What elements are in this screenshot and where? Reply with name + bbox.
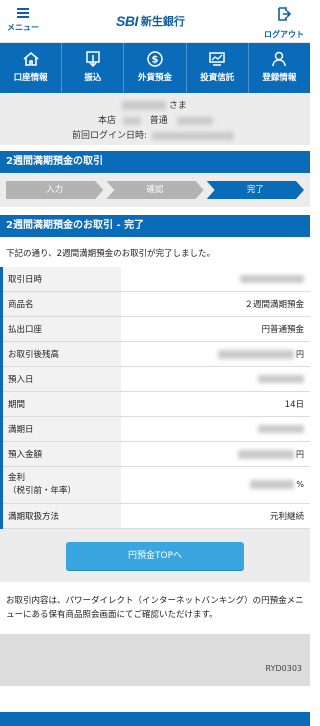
completion-message: 下記の通り、2週間満期預金のお取引が完了しました。 — [6, 249, 216, 259]
branch-number-redacted — [122, 116, 141, 125]
detail-label: 商品名 — [0, 291, 121, 317]
nav-transfer[interactable]: 振込 — [62, 43, 125, 93]
transaction-section-title: 2週間満期預金の取引 — [0, 151, 310, 173]
interest-rate-unit: % — [296, 480, 304, 489]
user-honorific: さま — [168, 101, 187, 111]
interest-rate-redacted — [250, 480, 295, 489]
detail-label: 期間 — [0, 391, 121, 417]
account-type: 普通 — [149, 116, 168, 126]
nav-label: 登録情報 — [262, 73, 297, 83]
nav-label: 口座情報 — [13, 73, 48, 83]
nav-foreign-deposit[interactable]: $ 外貨預金 — [124, 43, 187, 93]
table-row: 商品名 ２週間満期預金 — [0, 291, 310, 317]
period-value: 14日 — [121, 391, 310, 417]
result-section-title: 2週間満期預金のお取引 - 完了 — [0, 215, 310, 237]
logout-icon — [278, 7, 292, 21]
logo-sbi: SBI — [116, 13, 138, 29]
detail-label: 取引日時 — [0, 267, 121, 292]
step-confirm: 確認 — [106, 181, 203, 199]
hamburger-icon — [6, 8, 40, 18]
user-name-redacted — [122, 101, 166, 110]
detail-label: 預入日 — [0, 366, 121, 392]
nav-registration-info[interactable]: 登録情報 — [249, 43, 310, 93]
yen-deposit-top-button[interactable]: 円預金TOPへ — [66, 542, 244, 570]
main-nav: 口座情報 振込 $ 外貨預金 投資信託 登録情報 — [0, 43, 310, 93]
deposit-date-redacted — [258, 374, 304, 383]
maturity-handling-value: 元利継続 — [121, 503, 310, 529]
table-row: お取引後残高 円 — [0, 341, 310, 367]
menu-button[interactable]: メニュー — [6, 6, 40, 33]
button-area: 円預金TOPへ — [0, 529, 310, 582]
last-login-value-redacted — [151, 131, 234, 140]
transaction-datetime-redacted — [240, 274, 304, 283]
detail-label: 払出口座 — [0, 316, 121, 342]
logout-label: ログアウト — [264, 30, 304, 39]
investment-icon — [209, 52, 225, 66]
table-row: 払出口座 円普通預金 — [0, 316, 310, 342]
last-login-label: 前回ログイン日時: — [72, 131, 148, 141]
dollar-icon: $ — [147, 51, 163, 67]
nav-label: 振込 — [84, 73, 102, 83]
withdrawal-account-value: 円普通預金 — [121, 316, 310, 342]
table-row: 期間 14日 — [0, 391, 310, 417]
table-row: 満期日 — [0, 416, 310, 442]
bottom-band — [0, 712, 310, 726]
account-number-redacted — [176, 116, 213, 125]
branch-label: 本店 — [98, 116, 117, 126]
info-note: お取引内容は、パワーダイレクト（インターネットバンキング）の円預金メニューにある… — [6, 596, 304, 620]
table-row: 満期取扱方法 元利継続 — [0, 503, 310, 529]
user-info-panel: さま 本店 普通 前回ログイン日時: — [0, 93, 310, 145]
balance-unit: 円 — [296, 349, 304, 359]
logout-button[interactable]: ログアウト — [264, 6, 304, 40]
footer: RYD0303 — [0, 634, 310, 686]
screen-code: RYD0303 — [265, 664, 302, 673]
detail-label: 満期取扱方法 — [0, 503, 121, 529]
table-row: 預入金額 円 — [0, 441, 310, 467]
detail-label: 金利 （税引前・年率） — [0, 466, 121, 504]
nav-investment-trust[interactable]: 投資信託 — [187, 43, 249, 93]
bank-logo: SBI 新生銀行 — [116, 12, 185, 30]
detail-label: お取引後残高 — [0, 341, 121, 367]
logo-bank-name: 新生銀行 — [140, 15, 185, 28]
product-name-value: ２週間満期預金 — [121, 291, 310, 317]
detail-label: 満期日 — [0, 416, 121, 442]
table-row: 金利 （税引前・年率） % — [0, 466, 310, 504]
nav-label: 外貨預金 — [138, 73, 173, 83]
menu-label: メニュー — [7, 23, 39, 32]
nav-label: 投資信託 — [200, 73, 235, 83]
table-row: 預入日 — [0, 366, 310, 392]
detail-label: 預入金額 — [0, 441, 121, 467]
deposit-amount-unit: 円 — [296, 449, 304, 459]
app-header: メニュー SBI 新生銀行 ログアウト — [0, 0, 310, 43]
svg-text:$: $ — [152, 55, 159, 66]
transaction-details-table: 取引日時 商品名 ２週間満期預金 払出口座 円普通預金 お取引後残高 円 預入日… — [0, 267, 310, 529]
balance-redacted — [218, 349, 294, 359]
transfer-icon — [86, 51, 100, 68]
step-indicator: 入力 確認 完了 — [0, 173, 310, 207]
deposit-amount-redacted — [238, 449, 294, 459]
home-icon — [23, 51, 39, 66]
step-input: 入力 — [6, 181, 103, 199]
nav-account-info[interactable]: 口座情報 — [0, 43, 63, 93]
step-complete: 完了 — [207, 181, 304, 199]
person-icon — [272, 51, 287, 67]
maturity-date-redacted — [258, 424, 304, 433]
table-row: 取引日時 — [0, 267, 310, 292]
